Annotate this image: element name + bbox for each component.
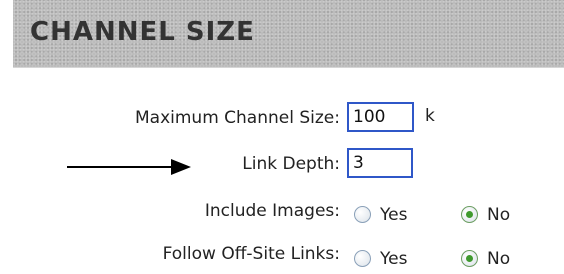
follow-offsite-yes-label: Yes [380,249,408,269]
link-depth-input[interactable] [347,148,413,178]
follow-offsite-yes-radio[interactable] [354,250,371,267]
include-images-no-label: No [487,205,511,225]
max-channel-size-label: Maximum Channel Size: [135,108,340,128]
follow-offsite-no-radio[interactable] [461,250,478,267]
include-images-yes-radio[interactable] [354,206,371,223]
section-title: CHANNEL SIZE [30,17,255,47]
follow-offsite-links-label: Follow Off-Site Links: [162,244,340,264]
include-images-yes-label: Yes [380,205,408,225]
include-images-label: Include Images: [204,201,340,221]
link-depth-label-area: Link Depth: [0,150,340,180]
max-channel-size-label-area: Maximum Channel Size: [0,104,340,134]
follow-offsite-no-label: No [487,249,511,269]
link-depth-label: Link Depth: [242,154,340,174]
size-unit-label: k [425,106,435,126]
max-channel-size-input[interactable] [347,102,414,132]
follow-offsite-links-label-area: Follow Off-Site Links: [0,240,340,270]
include-images-no-radio[interactable] [461,206,478,223]
section-header: CHANNEL SIZE [13,0,564,68]
include-images-label-area: Include Images: [0,197,340,227]
